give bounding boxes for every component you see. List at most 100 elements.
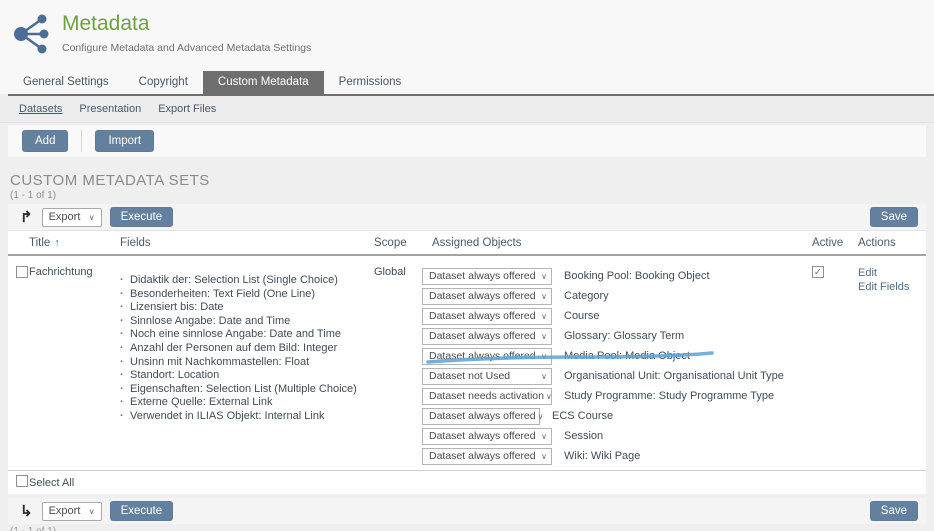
row-scope-cell: Global (374, 266, 422, 470)
table-command-bar-top: ↱ Export ∨ Execute Save (8, 204, 926, 230)
subtab-export-files[interactable]: Export Files (158, 103, 216, 115)
field-item: Standort: Location (120, 369, 374, 383)
subtab-datasets[interactable]: Datasets (19, 103, 62, 115)
assigned-object-row: Dataset always offered ∨ Wiki: Wiki Page (422, 446, 812, 466)
field-item: Didaktik der: Selection List (Single Cho… (120, 274, 374, 288)
subtab-presentation[interactable]: Presentation (79, 103, 141, 115)
field-item: Lizensiert bis: Date (120, 301, 374, 315)
assigned-object-label: ECS Course (552, 410, 613, 422)
tab-general-settings[interactable]: General Settings (8, 71, 124, 94)
assigned-mode-value: Dataset needs activation (429, 390, 544, 402)
tab-permissions[interactable]: Permissions (324, 71, 417, 94)
field-item: Verwendet in ILIAS Objekt: Internal Link (120, 410, 374, 424)
assigned-mode-select[interactable]: Dataset always offered ∨ (422, 288, 552, 305)
assigned-mode-value: Dataset always offered (429, 290, 536, 302)
assigned-mode-select[interactable]: Dataset always offered∨ (422, 408, 540, 425)
chevron-down-icon: ∨ (541, 352, 547, 361)
assigned-object-label: Booking Pool: Booking Object (564, 270, 710, 282)
chevron-down-icon: ∨ (541, 452, 547, 461)
chevron-down-icon: ∨ (541, 432, 547, 441)
tab-bar: General Settings Copyright Custom Metada… (8, 71, 416, 94)
assigned-mode-value: Dataset always offered (429, 410, 536, 422)
table-pagination-bottom: (1 - 1 of 1) (10, 526, 934, 531)
toolbar: Add Import (8, 125, 926, 157)
chevron-down-icon: ∨ (541, 292, 547, 301)
active-checkbox[interactable]: ✓ (812, 266, 824, 278)
row-fields-cell: Didaktik der: Selection List (Single Cho… (120, 266, 374, 470)
column-assigned-objects: Assigned Objects (422, 237, 812, 249)
assigned-object-row: Dataset always offered∨ Glossary: Glossa… (422, 326, 812, 346)
export-select-value: Export (49, 211, 81, 223)
assigned-mode-value: Dataset always offered (429, 330, 536, 342)
column-active: Active (812, 237, 858, 249)
assigned-mode-select[interactable]: Dataset not Used∨ (422, 368, 552, 385)
assigned-object-label: Organisational Unit: Organisational Unit… (564, 370, 784, 382)
toolbar-divider (81, 130, 82, 152)
assigned-mode-value: Dataset always offered (429, 430, 536, 442)
field-item: Besonderheiten: Text Field (One Line) (120, 288, 374, 302)
assigned-object-row: Dataset always offered ∨ Session (422, 426, 812, 446)
assigned-mode-select[interactable]: Dataset always offered∨ (422, 328, 552, 345)
save-button-bottom[interactable]: Save (870, 501, 918, 521)
save-button-top[interactable]: Save (870, 207, 918, 227)
assigned-mode-value: Dataset not Used (429, 370, 510, 382)
import-button[interactable]: Import (95, 130, 154, 152)
assigned-object-row: Dataset needs activation∨ Study Programm… (422, 386, 812, 406)
assigned-object-label: Category (564, 290, 609, 302)
metadata-admin-page: Metadata Configure Metadata and Advanced… (0, 0, 934, 531)
assigned-object-row: Dataset always offered∨ Media Pool: Medi… (422, 346, 812, 366)
table-title: CUSTOM METADATA SETS (10, 172, 934, 189)
assigned-mode-select[interactable]: Dataset always offered∨ (422, 268, 552, 285)
assigned-mode-value: Dataset always offered (429, 310, 536, 322)
assigned-mode-select[interactable]: Dataset needs activation∨ (422, 388, 552, 405)
execute-button-top[interactable]: Execute (110, 207, 174, 227)
export-select-bottom[interactable]: Export ∨ (42, 502, 102, 521)
selection-arrow-up-icon: ↱ (20, 210, 33, 225)
field-item: Unsinn mit Nachkommastellen: Float (120, 356, 374, 370)
select-all-label: Select All (29, 477, 74, 489)
custom-metadata-table: Title↑ Fields Scope Assigned Objects Act… (8, 230, 926, 494)
sort-asc-icon[interactable]: ↑ (54, 237, 60, 249)
edit-fields-link[interactable]: Edit Fields (858, 280, 926, 294)
field-item: Sinnlose Angabe: Date and Time (120, 315, 374, 329)
chevron-down-icon: ∨ (89, 507, 95, 516)
execute-button-bottom[interactable]: Execute (110, 501, 174, 521)
assigned-mode-select[interactable]: Dataset always offered ∨ (422, 348, 552, 365)
table-command-bar-bottom: ↳ Export ∨ Execute Save (8, 498, 926, 524)
fields-list: Didaktik der: Selection List (Single Cho… (120, 274, 374, 424)
select-all-checkbox[interactable] (16, 475, 28, 487)
assigned-object-label: Course (564, 310, 599, 322)
tab-copyright[interactable]: Copyright (124, 71, 203, 94)
row-assigned-cell: Dataset always offered ∨ Booking Pool: Bo… (422, 266, 812, 470)
edit-link[interactable]: Edit (858, 266, 926, 280)
assigned-mode-value: Dataset always offered (429, 450, 536, 462)
table-pagination: (1 - 1 of 1) (10, 190, 934, 201)
assigned-mode-select[interactable]: Dataset always offered ∨ (422, 448, 552, 465)
chevron-down-icon: ∨ (541, 312, 547, 321)
chevron-down-icon: ∨ (541, 272, 547, 281)
assigned-mode-select[interactable]: Dataset always offered ∨ (422, 308, 552, 325)
add-button[interactable]: Add (22, 130, 68, 152)
assigned-object-row: Dataset always offered∨ Booking Pool: Bo… (422, 266, 812, 286)
page-header: Metadata Configure Metadata and Advanced… (0, 0, 934, 94)
assigned-object-row: Dataset always offered∨ ECS Course (422, 406, 812, 426)
column-title[interactable]: Title↑ (29, 237, 120, 249)
assigned-object-row: Dataset not Used∨ Organisational Unit: O… (422, 366, 812, 386)
field-item: Anzahl der Personen auf dem Bild: Intege… (120, 342, 374, 356)
subtab-bar: Datasets Presentation Export Files (0, 96, 934, 123)
tab-custom-metadata[interactable]: Custom Metadata (203, 71, 324, 94)
chevron-down-icon: ∨ (89, 213, 95, 222)
assigned-mode-value: Dataset always offered (429, 350, 536, 362)
select-all-checkbox-cell (8, 475, 29, 490)
row-checkbox[interactable] (16, 266, 28, 278)
export-select-value: Export (49, 505, 81, 517)
column-fields: Fields (120, 237, 374, 249)
assigned-object-label: Wiki: Wiki Page (564, 450, 640, 462)
assigned-object-label: Session (564, 430, 603, 442)
assigned-mode-select[interactable]: Dataset always offered ∨ (422, 428, 552, 445)
field-item: Eigenschaften: Selection List (Multiple … (120, 383, 374, 397)
row-active-cell: ✓ (812, 266, 858, 470)
table-header-row: Title↑ Fields Scope Assigned Objects Act… (8, 231, 926, 256)
export-select-top[interactable]: Export ∨ (42, 208, 102, 227)
column-scope: Scope (374, 237, 422, 249)
